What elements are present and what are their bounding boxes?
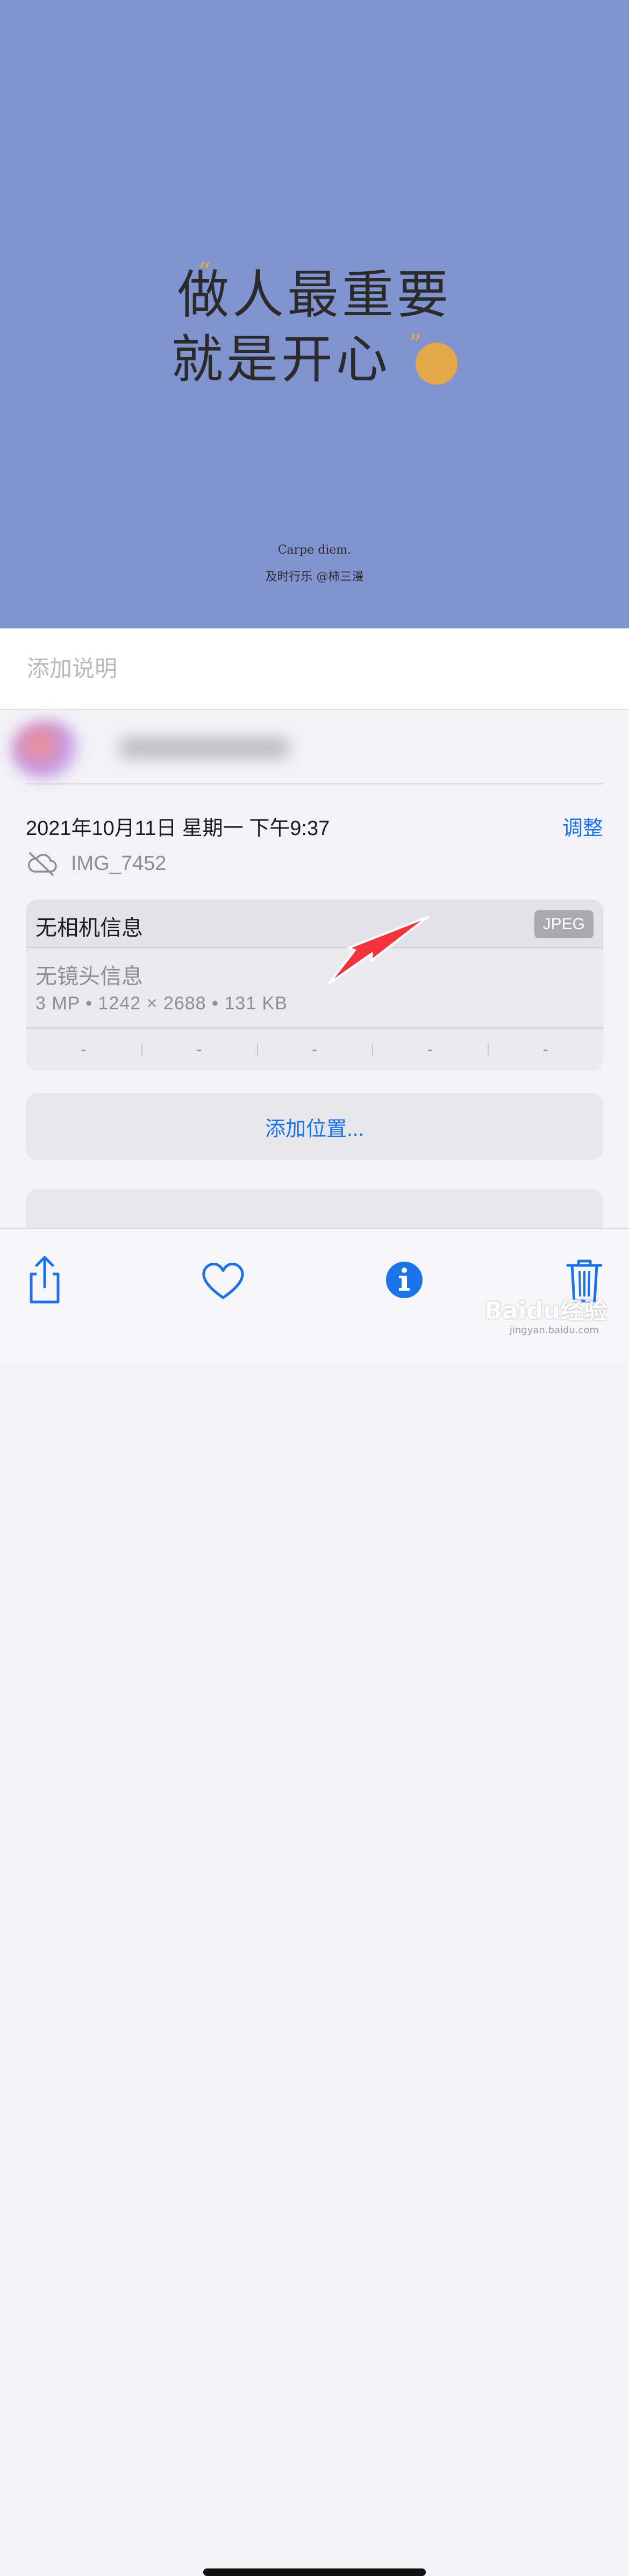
caption-field [0, 628, 629, 710]
blurred-avatar [11, 720, 81, 779]
camera-card-header: 无相机信息 JPEG [26, 900, 603, 948]
exif-row: - - - - - [26, 1029, 603, 1071]
info-button[interactable] [375, 1250, 434, 1310]
camera-info-card: 无相机信息 JPEG 无镜头信息 3 MP • 1242 × 2688 • 13… [26, 900, 603, 1071]
quote-close-mark: ” [409, 329, 422, 359]
exif-iso: - [81, 1041, 87, 1058]
photo-viewer[interactable]: “ 做人最重要 就是开心 ” Carpe diem. 及时行乐 @柿三漫 [0, 0, 629, 628]
quote-line-2: 就是开心 [0, 317, 629, 392]
format-badge: JPEG [534, 910, 594, 938]
photo-caption-chinese: 及时行乐 @柿三漫 [265, 570, 364, 584]
info-icon [386, 1262, 423, 1298]
file-name: IMG_7452 [71, 852, 167, 875]
lens-info: 无镜头信息 [35, 965, 143, 988]
cloud-off-icon [28, 852, 57, 876]
share-icon [30, 1256, 60, 1304]
add-location-button[interactable]: 添加位置... [26, 1093, 603, 1160]
adjust-date-button[interactable]: 调整 [562, 811, 603, 841]
exif-aperture: - [372, 1029, 488, 1071]
exif-shutter: - [488, 1029, 603, 1071]
smiley-face-icon [416, 343, 458, 385]
blurred-text [118, 737, 290, 759]
home-indicator[interactable] [203, 2568, 426, 2576]
section-divider [26, 783, 603, 784]
photo-date: 2021年10月11日 星期一 下午9:37 [26, 817, 330, 840]
annotation-arrow-icon [328, 916, 429, 985]
photo-caption-english: Carpe diem. [277, 543, 352, 557]
watermark-logo: Baidu经验 [484, 1297, 607, 1325]
exif-exposure-value: - [256, 1029, 373, 1071]
heart-icon [202, 1263, 244, 1299]
quote-line-1: 做人最重要 [177, 265, 452, 325]
add-caption-input[interactable] [26, 652, 603, 685]
blurred-suggestion-row[interactable] [0, 710, 629, 785]
share-button[interactable] [15, 1250, 74, 1310]
file-row: IMG_7452 [26, 850, 166, 877]
exif-focal-length: - [141, 1029, 257, 1071]
camera-title: 无相机信息 [35, 916, 143, 940]
watermark-url: jingyan.baidu.com [509, 1325, 599, 1336]
favorite-button[interactable] [194, 1250, 253, 1310]
image-specs: 3 MP • 1242 × 2688 • 131 KB [35, 993, 288, 1014]
quote-line-2-text: 就是开心 [171, 329, 391, 390]
